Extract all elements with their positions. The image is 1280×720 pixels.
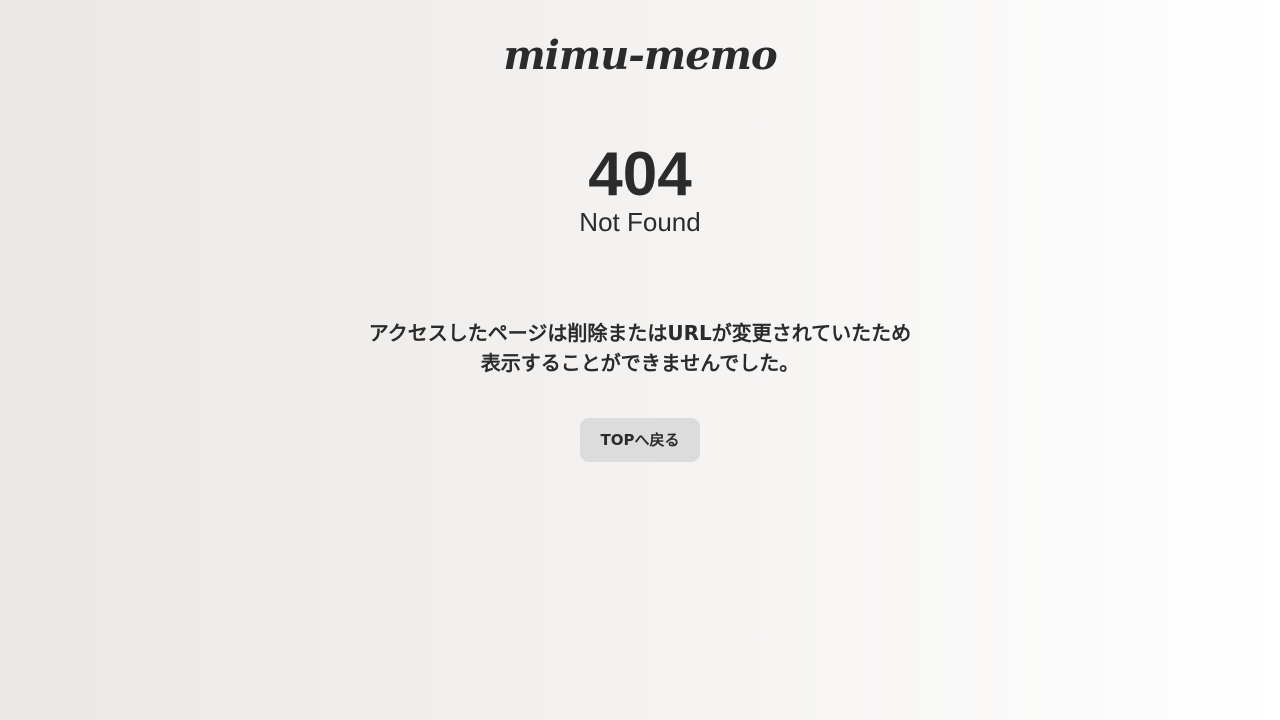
error-status: Not Found	[579, 207, 701, 237]
site-logo[interactable]: mimu-memo	[0, 34, 1280, 78]
error-message: アクセスしたページは削除またはURLが変更されていたため 表示することができませ…	[0, 318, 1280, 378]
error-message-line-2: 表示することができませんでした。	[480, 351, 800, 375]
error-message-line-1: アクセスしたページは削除またはURLが変更されていたため	[368, 321, 912, 345]
back-to-top-button[interactable]: TOPへ戻る	[580, 418, 700, 462]
error-code: 404	[588, 140, 692, 209]
